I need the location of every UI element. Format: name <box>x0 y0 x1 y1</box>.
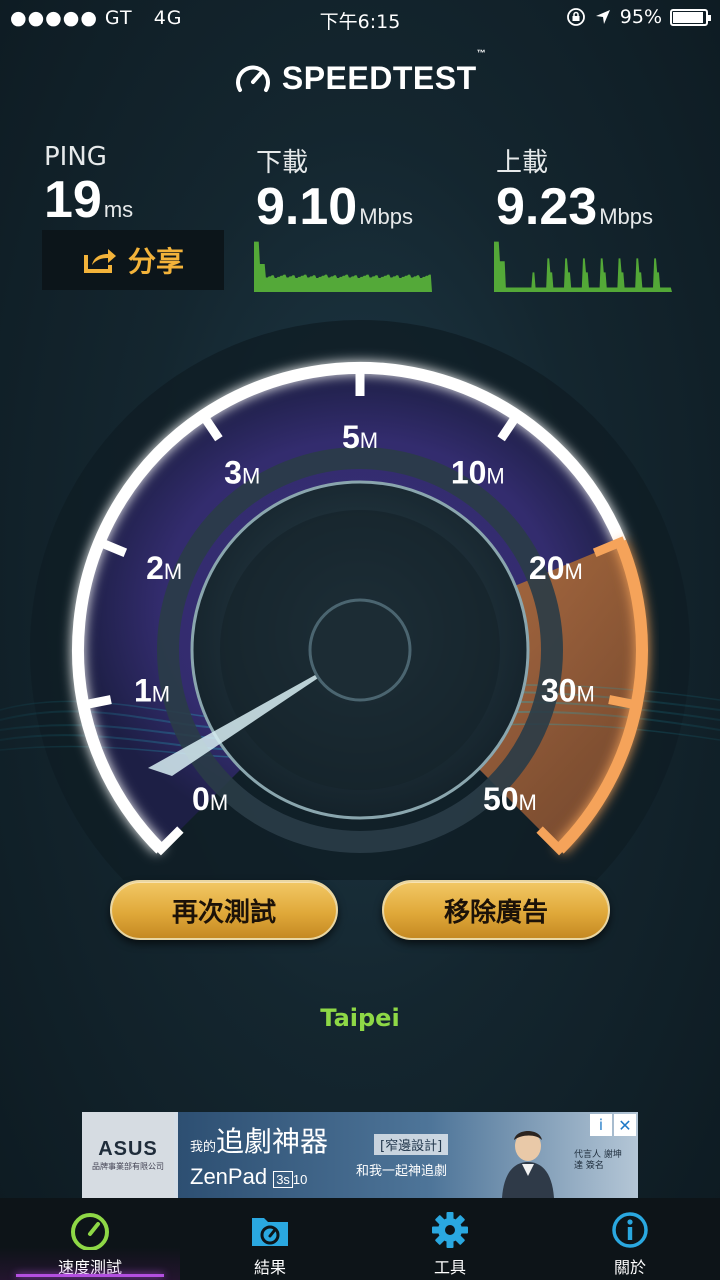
tab-results-label: 結果 <box>253 1258 286 1277</box>
speedtest-logo-icon <box>235 65 270 92</box>
ad-headline: 我的追劇神器 <box>190 1125 329 1158</box>
gear-icon <box>432 1212 468 1248</box>
ad-content: 我的追劇神器 ZenPad 3s 10 [窄邊設計] 和我一起神追劇 代言人 謝坤… <box>178 1112 638 1198</box>
ad-close-icon[interactable]: ✕ <box>614 1114 636 1136</box>
share-label: 分享 <box>127 245 184 278</box>
retest-button[interactable]: 再次測試 <box>110 880 338 940</box>
ad-brand-panel: ASUS 品牌事業部有限公司 <box>82 1112 174 1198</box>
ad-brand-sub: 品牌事業部有限公司 <box>92 1162 164 1171</box>
tab-speedtest[interactable]: 速度測試 <box>0 1198 180 1280</box>
ad-banner[interactable]: ASUS 品牌事業部有限公司 我的追劇神器 ZenPad 3s 10 [窄邊設計]… <box>82 1112 638 1198</box>
download-metric: 下載 9.10Mbps <box>256 142 413 245</box>
gauge-tick-mark <box>78 695 112 711</box>
share-icon <box>83 249 116 273</box>
ad-spokesperson-image <box>502 1131 554 1198</box>
speed-gauge: 0M1M2M3M5M10M20M30M50M <box>0 320 720 880</box>
ad-brand-logo: ASUS <box>98 1138 158 1160</box>
speedometer-icon <box>71 1213 109 1250</box>
tab-about[interactable]: 關於 <box>540 1198 720 1280</box>
tab-about-label: 關於 <box>613 1258 646 1277</box>
ad-side-note: 代言人 謝坤達 簽名 <box>574 1150 622 1171</box>
tab-speedtest-label: 速度測試 <box>57 1258 122 1277</box>
ad-slogan: 和我一起神追劇 <box>356 1164 448 1179</box>
ad-product: ZenPad 3s 10 <box>190 1164 308 1189</box>
info-icon <box>612 1212 648 1248</box>
download-label: 下載 <box>256 148 309 178</box>
gauge-tick-mark <box>608 695 642 711</box>
remove-ads-button[interactable]: 移除廣告 <box>382 880 610 940</box>
location-arrow-icon <box>595 10 610 24</box>
ping-metric: PING 19ms <box>44 142 133 238</box>
battery-icon <box>670 8 711 26</box>
download-sparkline <box>254 241 432 292</box>
tab-tools-label: 工具 <box>433 1258 466 1277</box>
ping-value: 19ms <box>44 171 134 229</box>
ad-info-icon[interactable]: i <box>590 1114 612 1136</box>
upload-label: 上載 <box>496 148 549 178</box>
tab-bar: 速度測試 結果 工具 關於 <box>0 1198 720 1280</box>
app-title: SPEEDTEST™ <box>281 48 487 96</box>
upload-sparkline <box>494 241 672 292</box>
status-icons: 95% <box>566 6 711 28</box>
share-button[interactable]: 分享 <box>42 230 224 290</box>
battery-percent: 95% <box>619 6 662 28</box>
tab-tools[interactable]: 工具 <box>360 1198 540 1280</box>
results-folder-icon <box>252 1218 288 1246</box>
app-header: SPEEDTEST™ <box>0 48 720 97</box>
tab-results[interactable]: 結果 <box>180 1198 360 1280</box>
upload-metric: 上載 9.23Mbps <box>496 142 653 245</box>
server-city: Taipei <box>320 1004 400 1032</box>
status-bar: ●●●●● GT 4G 下午6:15 95% <box>0 0 720 38</box>
ping-label: PING <box>44 142 107 172</box>
ad-design-tag: [窄邊設計] <box>374 1134 449 1155</box>
rotation-lock-icon <box>566 8 585 26</box>
